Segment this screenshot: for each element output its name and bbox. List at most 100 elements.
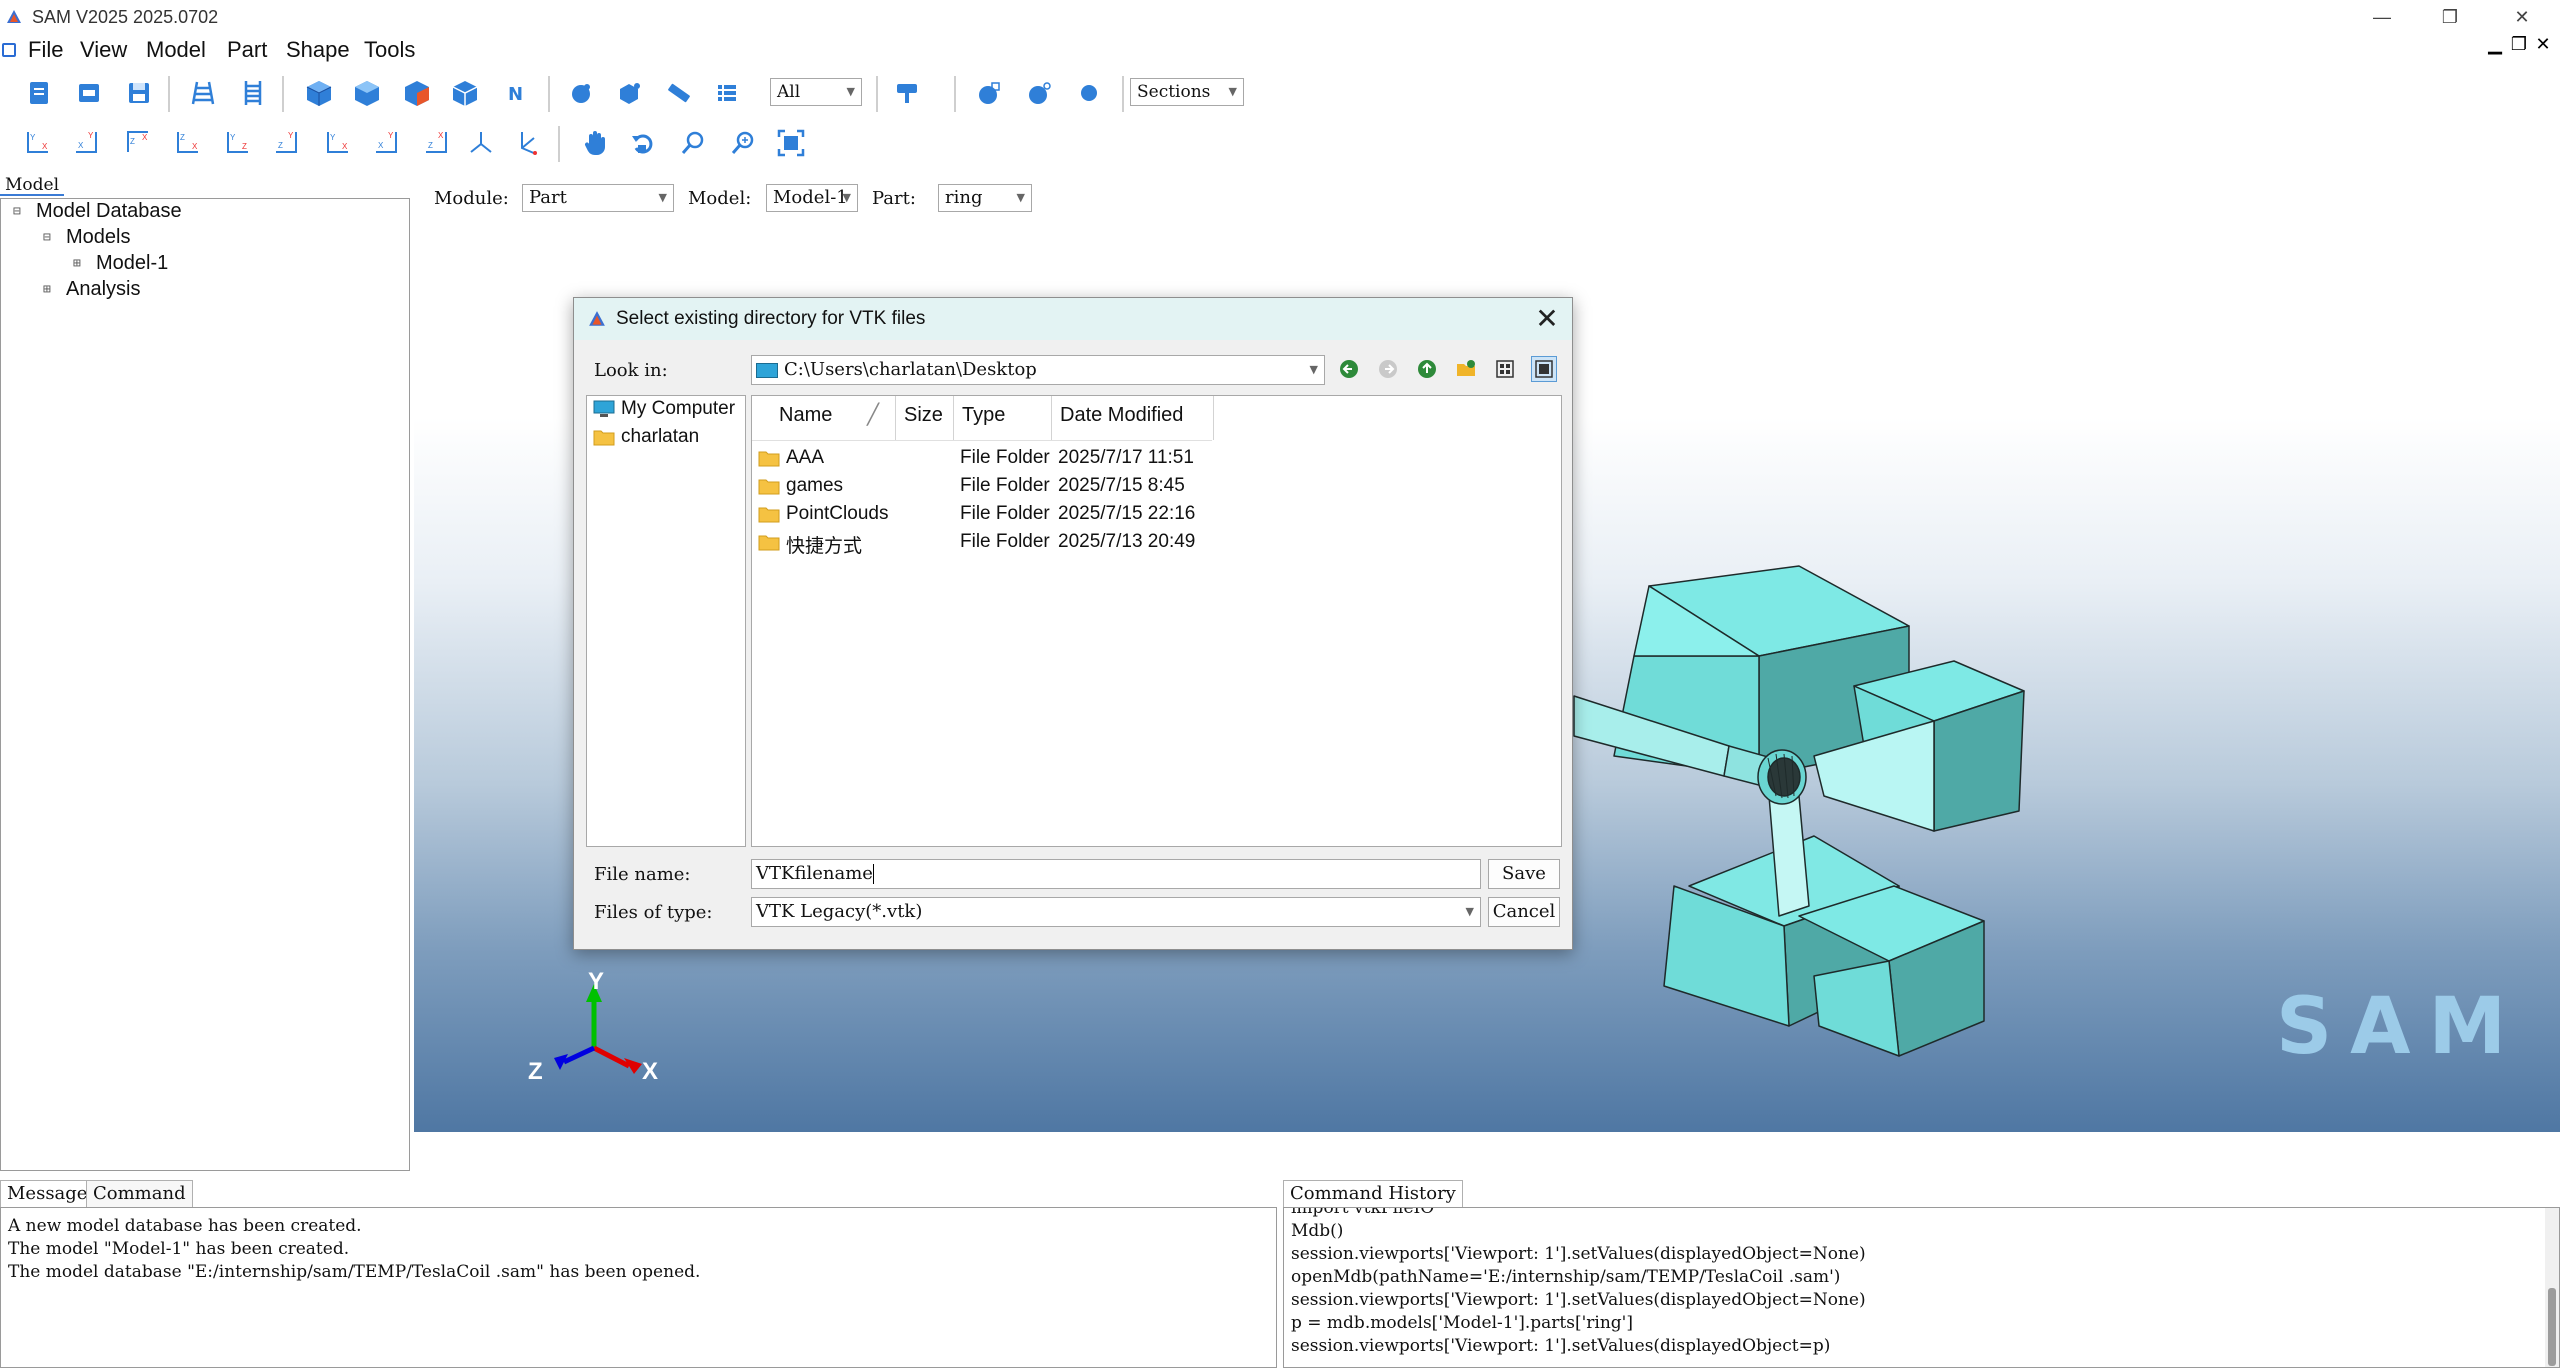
render-dot-button[interactable] bbox=[1072, 76, 1106, 110]
mdi-controls: ▁ ❐ ✕ bbox=[2484, 34, 2554, 56]
save-file-button[interactable] bbox=[122, 76, 156, 110]
open-file-button[interactable] bbox=[72, 76, 106, 110]
view-iso2-button[interactable]: XY bbox=[370, 126, 404, 160]
view-xz-button[interactable]: ZX bbox=[170, 126, 204, 160]
message-line: A new model database has been created. bbox=[8, 1216, 362, 1236]
menu-model[interactable]: Model bbox=[146, 37, 206, 63]
collapse-icon[interactable]: ⊟ bbox=[13, 204, 21, 219]
forward-arrow-icon bbox=[1379, 360, 1397, 378]
render-sphere-button[interactable] bbox=[1022, 76, 1056, 110]
mesh-tower-button[interactable] bbox=[186, 76, 220, 110]
history-scrollbar[interactable] bbox=[2545, 1208, 2559, 1367]
svg-text:Y: Y bbox=[388, 131, 394, 140]
chevron-down-icon: ▼ bbox=[658, 191, 667, 204]
svg-text:X: X bbox=[192, 142, 198, 151]
view-yx-button[interactable]: YX bbox=[20, 126, 54, 160]
paint-button[interactable] bbox=[890, 76, 924, 110]
close-button[interactable]: ✕ bbox=[2492, 2, 2552, 32]
solid-view-button[interactable] bbox=[302, 76, 336, 110]
menu-file[interactable]: File bbox=[28, 37, 63, 63]
mesh-ladder-button[interactable] bbox=[236, 76, 270, 110]
column-header-type[interactable]: Type bbox=[954, 396, 1052, 440]
minimize-button[interactable]: — bbox=[2352, 2, 2412, 32]
rotate-button[interactable] bbox=[626, 126, 660, 160]
column-header-name[interactable]: Name ╱ bbox=[752, 396, 896, 440]
files-of-type-combo[interactable]: VTK Legacy(*.vtk) ▼ bbox=[751, 897, 1481, 927]
column-header-date[interactable]: Date Modified bbox=[1052, 396, 1214, 440]
sections-combo[interactable]: Sections ▼ bbox=[1130, 78, 1244, 106]
mdi-minimize-button[interactable]: ▁ bbox=[2484, 34, 2506, 56]
menu-shape[interactable]: Shape bbox=[286, 37, 350, 63]
tab-command[interactable]: Command bbox=[86, 1180, 193, 1207]
view-iso1-button[interactable]: YX bbox=[320, 126, 354, 160]
save-button[interactable]: Save bbox=[1488, 859, 1560, 889]
mdi-restore-button[interactable]: ❐ bbox=[2508, 34, 2530, 56]
back-button[interactable] bbox=[1336, 356, 1362, 382]
cube-shape-button[interactable] bbox=[612, 76, 646, 110]
part-combo[interactable]: ring ▼ bbox=[938, 184, 1032, 212]
view-yz-button[interactable]: YZ bbox=[220, 126, 254, 160]
menu-view[interactable]: View bbox=[80, 37, 127, 63]
hidden-view-button[interactable] bbox=[448, 76, 482, 110]
view-xy-button[interactable]: XY bbox=[70, 126, 104, 160]
sidebar-item-charlatan[interactable]: charlatan bbox=[593, 426, 699, 448]
tree-node-models[interactable]: Models bbox=[66, 226, 130, 249]
view-axes-button[interactable] bbox=[512, 126, 546, 160]
expand-icon[interactable]: ⊞ bbox=[73, 256, 81, 271]
list-view-button[interactable] bbox=[1492, 356, 1518, 382]
module-combo[interactable]: Part ▼ bbox=[522, 184, 674, 212]
expand-icon[interactable]: ⊞ bbox=[43, 282, 51, 297]
tree-node-analysis[interactable]: Analysis bbox=[66, 278, 140, 301]
view-zx-button[interactable]: ZX bbox=[120, 126, 154, 160]
up-folder-button[interactable] bbox=[1414, 356, 1440, 382]
shaded-view-button[interactable] bbox=[350, 76, 384, 110]
tree-node-model-database[interactable]: Model Database bbox=[36, 200, 182, 223]
cancel-button[interactable]: Cancel bbox=[1488, 897, 1560, 927]
ruler-button[interactable] bbox=[662, 76, 696, 110]
view-iso3-button[interactable]: ZX bbox=[420, 126, 454, 160]
scrollbar-thumb[interactable] bbox=[2548, 1288, 2556, 1366]
list-item[interactable]: AAA File Folder 2025/7/17 11:51 bbox=[752, 445, 1561, 473]
tree-tab-model[interactable]: Model bbox=[0, 174, 64, 196]
file-name-input[interactable]: VTKfilename bbox=[751, 859, 1481, 889]
sidebar-item-my-computer[interactable]: My Computer bbox=[593, 398, 735, 420]
detail-view-button[interactable] bbox=[1531, 356, 1557, 382]
dialog-close-button[interactable]: ✕ bbox=[1532, 302, 1562, 335]
view-iso-axes-button[interactable] bbox=[464, 126, 498, 160]
render-cube-button[interactable] bbox=[972, 76, 1006, 110]
normals-button[interactable]: N bbox=[498, 76, 532, 110]
menu-part[interactable]: Part bbox=[227, 37, 267, 63]
model-combo[interactable]: Model-1 ▼ bbox=[766, 184, 858, 212]
sphere-shape-button[interactable] bbox=[564, 76, 598, 110]
pan-hand-button[interactable] bbox=[578, 126, 612, 160]
collapse-icon[interactable]: ⊟ bbox=[43, 230, 51, 245]
list-item[interactable]: PointClouds File Folder 2025/7/15 22:16 bbox=[752, 501, 1561, 529]
zoom-box-button[interactable] bbox=[726, 126, 760, 160]
folder-icon bbox=[593, 430, 615, 446]
svg-text:Z: Z bbox=[242, 142, 247, 151]
maximize-button[interactable]: ❐ bbox=[2420, 2, 2480, 32]
ruler-icon bbox=[668, 83, 690, 103]
wire-shade-button[interactable] bbox=[400, 76, 434, 110]
filter-combo[interactable]: All ▼ bbox=[770, 78, 862, 106]
text-caret bbox=[872, 864, 874, 884]
list-button[interactable] bbox=[710, 76, 744, 110]
mdi-close-button[interactable]: ✕ bbox=[2532, 34, 2554, 56]
fit-view-button[interactable] bbox=[774, 126, 808, 160]
tab-message[interactable]: Message bbox=[0, 1180, 95, 1207]
svg-text:X: X bbox=[142, 133, 148, 142]
list-item[interactable]: 快捷方式 File Folder 2025/7/13 20:49 bbox=[752, 529, 1561, 557]
look-in-combo[interactable]: C:\Users\charlatan\Desktop ▼ bbox=[751, 355, 1325, 385]
view-zy-button[interactable]: ZY bbox=[270, 126, 304, 160]
new-folder-button[interactable] bbox=[1453, 356, 1479, 382]
forward-button[interactable] bbox=[1375, 356, 1401, 382]
list-item[interactable]: games File Folder 2025/7/15 8:45 bbox=[752, 473, 1561, 501]
column-header-size[interactable]: Size bbox=[896, 396, 954, 440]
menu-tools[interactable]: Tools bbox=[364, 37, 415, 63]
tesla-coil-model bbox=[1514, 565, 2025, 1057]
new-file-button[interactable] bbox=[22, 76, 56, 110]
message-panel: A new model database has been created. T… bbox=[0, 1207, 1277, 1368]
zoom-button[interactable] bbox=[676, 126, 710, 160]
svg-text:X: X bbox=[378, 141, 384, 150]
tree-node-model-1[interactable]: Model-1 bbox=[96, 252, 168, 275]
